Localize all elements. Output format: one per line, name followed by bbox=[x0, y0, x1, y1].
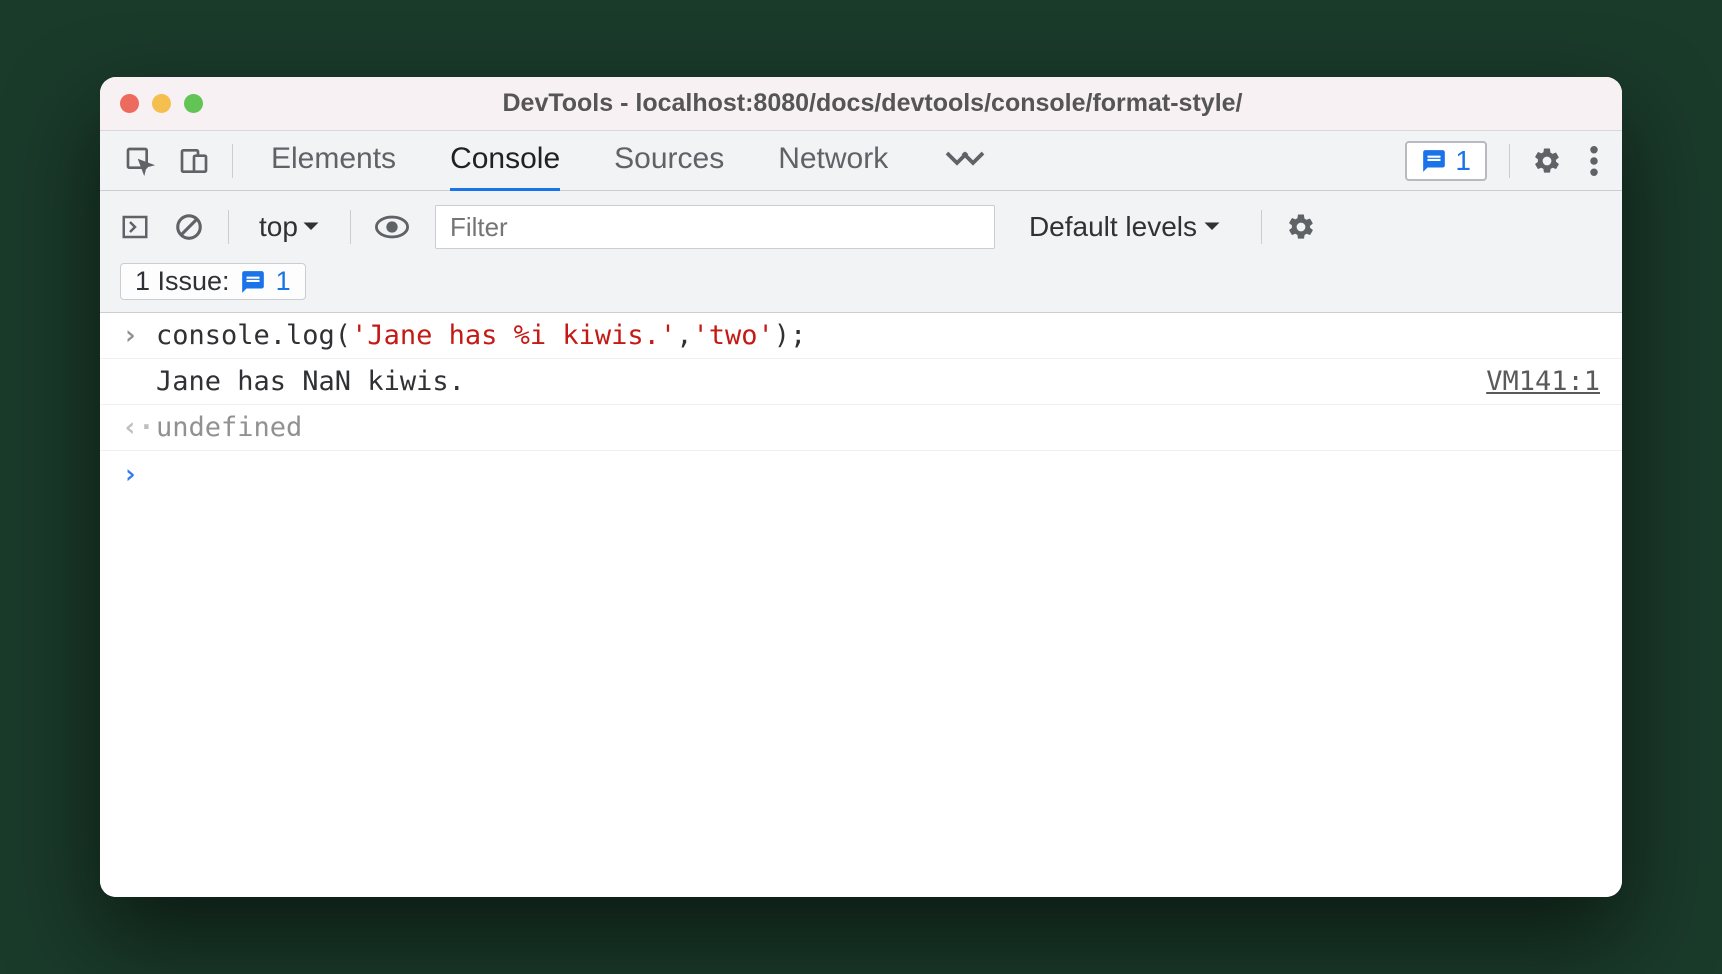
close-window-button[interactable] bbox=[120, 94, 139, 113]
clear-console-icon[interactable] bbox=[174, 212, 204, 242]
chevron-down-icon bbox=[302, 220, 320, 234]
tab-elements[interactable]: Elements bbox=[271, 130, 396, 192]
console-result-row: ‹· undefined bbox=[100, 405, 1622, 451]
kebab-menu-icon[interactable] bbox=[1590, 146, 1598, 176]
levels-label: Default levels bbox=[1029, 211, 1197, 243]
inspect-element-icon[interactable] bbox=[124, 145, 156, 177]
console-settings-gear-icon[interactable] bbox=[1286, 212, 1316, 242]
minimize-window-button[interactable] bbox=[152, 94, 171, 113]
issue-icon bbox=[1421, 148, 1447, 174]
issue-icon bbox=[240, 269, 266, 295]
issue-count: 1 bbox=[276, 266, 291, 297]
main-tab-bar: Elements Console Sources Network 1 bbox=[100, 131, 1622, 191]
context-label: top bbox=[259, 211, 298, 243]
active-prompt-icon: › bbox=[122, 459, 156, 490]
panel-tabs: Elements Console Sources Network bbox=[271, 130, 988, 192]
maximize-window-button[interactable] bbox=[184, 94, 203, 113]
tab-overflow[interactable] bbox=[942, 130, 988, 192]
live-expression-icon[interactable] bbox=[375, 215, 409, 239]
divider bbox=[232, 144, 233, 178]
tab-sources[interactable]: Sources bbox=[614, 130, 724, 192]
console-input-code[interactable]: console.log( 'Jane has %i kiwis.' , 'two… bbox=[156, 320, 806, 351]
issue-pill[interactable]: 1 Issue: 1 bbox=[120, 263, 306, 300]
issues-badge[interactable]: 1 bbox=[1405, 141, 1487, 181]
divider bbox=[1261, 210, 1262, 244]
console-input-row: › console.log( 'Jane has %i kiwis.' , 't… bbox=[100, 313, 1622, 359]
devtools-window: DevTools - localhost:8080/docs/devtools/… bbox=[100, 77, 1622, 897]
log-message: Jane has NaN kiwis. bbox=[156, 366, 465, 397]
divider bbox=[1509, 144, 1510, 178]
divider bbox=[228, 210, 229, 244]
device-toolbar-icon[interactable] bbox=[178, 145, 210, 177]
settings-gear-icon[interactable] bbox=[1532, 146, 1562, 176]
issues-count: 1 bbox=[1455, 145, 1471, 177]
filter-input[interactable] bbox=[435, 205, 995, 249]
issue-label: 1 Issue: bbox=[135, 266, 230, 297]
chevron-down-icon bbox=[1203, 220, 1221, 234]
tab-console[interactable]: Console bbox=[450, 130, 560, 192]
titlebar: DevTools - localhost:8080/docs/devtools/… bbox=[100, 77, 1622, 131]
result-caret-icon: ‹· bbox=[122, 412, 156, 443]
window-title: DevTools - localhost:8080/docs/devtools/… bbox=[203, 89, 1602, 118]
tab-network[interactable]: Network bbox=[778, 130, 888, 192]
context-selector[interactable]: top bbox=[253, 211, 326, 243]
result-value: undefined bbox=[156, 412, 302, 443]
log-level-selector[interactable]: Default levels bbox=[1029, 211, 1221, 243]
console-log-row: Jane has NaN kiwis. VM141:1 bbox=[100, 359, 1622, 405]
console-output: › console.log( 'Jane has %i kiwis.' , 't… bbox=[100, 313, 1622, 897]
source-link[interactable]: VM141:1 bbox=[1486, 366, 1600, 397]
show-console-sidebar-icon[interactable] bbox=[120, 212, 150, 242]
divider bbox=[350, 210, 351, 244]
prompt-caret-icon: › bbox=[122, 320, 156, 351]
traffic-lights bbox=[120, 94, 203, 113]
console-prompt-row[interactable]: › bbox=[100, 451, 1622, 497]
console-toolbar: top Default levels 1 Issue: 1 bbox=[100, 191, 1622, 313]
